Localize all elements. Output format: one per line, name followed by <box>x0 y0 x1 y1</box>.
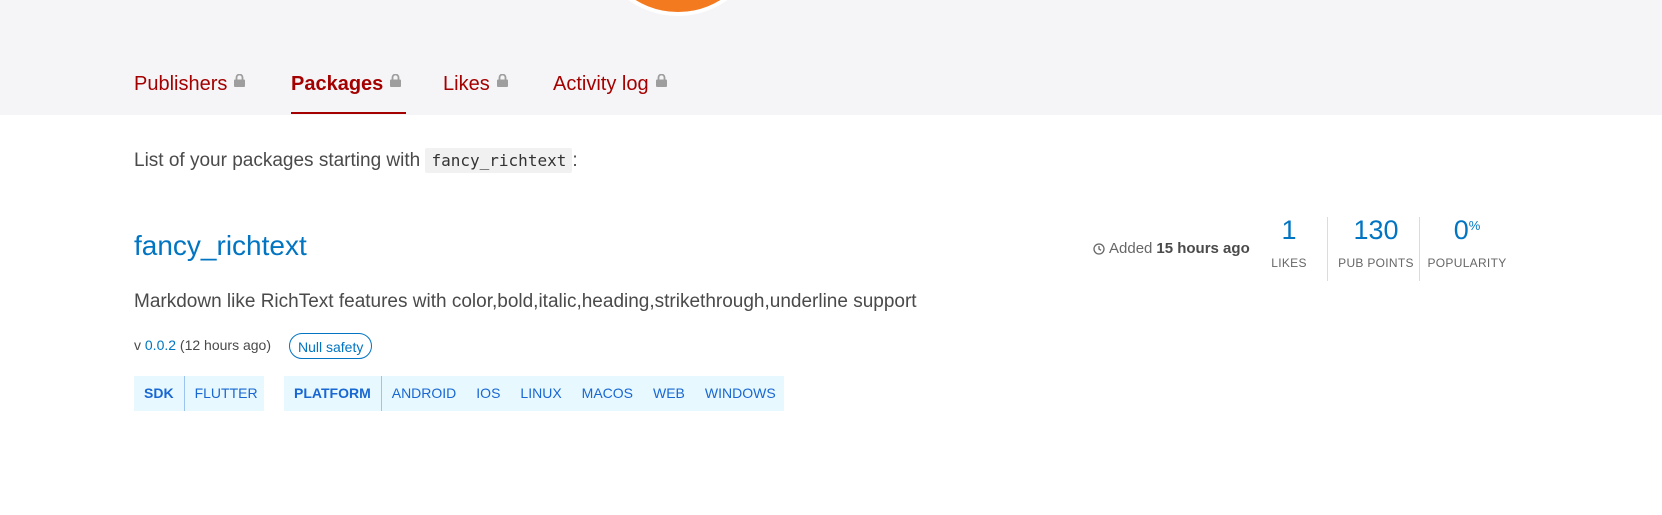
popularity-unit: % <box>1468 218 1481 233</box>
version-prefix: v <box>134 337 141 353</box>
pub-points-label: PUB POINTS <box>1338 256 1414 270</box>
added-prefix: Added <box>1109 240 1153 257</box>
version-link[interactable]: 0.0.2 <box>145 337 176 353</box>
profile-header: Publishers Packages Likes Activity log <box>0 0 1662 115</box>
platform-tag[interactable]: WINDOWS <box>695 376 786 411</box>
version-info: v 0.0.2 (12 hours ago) <box>134 337 271 353</box>
metric-divider <box>1327 217 1328 281</box>
added-info: Added 15 hours ago <box>1093 240 1250 257</box>
avatar <box>593 0 763 16</box>
platform-tag[interactable]: WEB <box>643 376 695 411</box>
package-title-link[interactable]: fancy_richtext <box>134 230 307 262</box>
added-time: 15 hours ago <box>1156 240 1250 257</box>
pub-points-value: 130 <box>1353 215 1399 245</box>
active-tab-indicator <box>291 112 406 114</box>
tab-label: Activity log <box>553 73 649 95</box>
tab-label: Publishers <box>134 73 228 95</box>
query-code: fancy_richtext <box>425 148 573 173</box>
tab-packages[interactable]: Packages <box>291 70 402 96</box>
package-description: Markdown like RichText features with col… <box>134 291 917 312</box>
lock-icon <box>390 70 402 93</box>
metric-divider <box>1419 217 1420 281</box>
tab-publishers[interactable]: Publishers <box>134 70 246 96</box>
likes-metric[interactable]: 1 LIKES <box>1257 217 1321 281</box>
lock-icon <box>234 70 246 93</box>
popularity-label: POPULARITY <box>1427 256 1507 270</box>
tab-activity-log[interactable]: Activity log <box>553 70 667 96</box>
popularity-metric[interactable]: 0% POPULARITY <box>1425 217 1509 281</box>
clock-icon <box>1093 242 1105 255</box>
null-safety-badge[interactable]: Null safety <box>289 333 373 359</box>
lock-icon <box>496 70 508 93</box>
sdk-label[interactable]: SDK <box>134 376 185 411</box>
popularity-number: 0 <box>1453 215 1469 245</box>
platform-tag[interactable]: LINUX <box>510 376 571 411</box>
platform-label[interactable]: PLATFORM <box>284 376 382 411</box>
sdk-tag[interactable]: FLUTTER <box>185 376 268 411</box>
intro-suffix: : <box>572 150 578 171</box>
lock-icon <box>655 70 667 93</box>
intro-label: List of your packages starting with <box>134 150 421 171</box>
platform-tag[interactable]: ANDROID <box>382 376 467 411</box>
intro-text: List of your packages starting with fanc… <box>134 148 578 173</box>
tab-likes[interactable]: Likes <box>443 70 508 96</box>
likes-value: 1 <box>1281 215 1297 245</box>
tab-label: Packages <box>291 73 384 95</box>
platform-tag[interactable]: MACOS <box>572 376 643 411</box>
sdk-tags: SDK FLUTTER <box>134 376 264 411</box>
pub-points-metric[interactable]: 130 PUB POINTS <box>1334 217 1418 281</box>
tab-label: Likes <box>443 73 490 95</box>
platform-tag[interactable]: IOS <box>466 376 510 411</box>
likes-label: LIKES <box>1271 256 1307 270</box>
platform-tags: PLATFORM ANDROID IOS LINUX MACOS WEB WIN… <box>284 376 784 411</box>
popularity-value: 0% <box>1425 217 1509 244</box>
version-age: (12 hours ago) <box>179 337 271 353</box>
